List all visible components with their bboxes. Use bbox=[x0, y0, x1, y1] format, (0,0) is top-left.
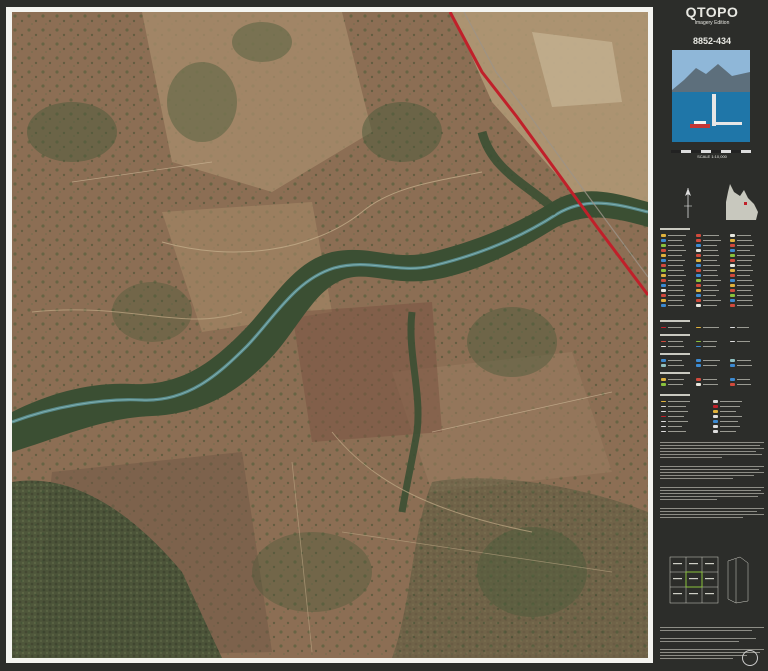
legend-transport-boundaries bbox=[660, 318, 764, 387]
satellite-map[interactable] bbox=[12, 12, 648, 658]
edition-label: Imagery Edition bbox=[694, 20, 730, 26]
scale-label: SCALE 1:10,000 bbox=[697, 154, 727, 159]
notes-text-block bbox=[660, 440, 764, 520]
map-imagery bbox=[12, 12, 648, 658]
map-sheet: QTOPO Imagery Edition 8852-434 SCALE 1:1… bbox=[0, 0, 768, 671]
queensland-locator-icon bbox=[726, 184, 758, 220]
brand-title: QTOPO bbox=[685, 4, 739, 20]
legend-panel: QTOPO Imagery Edition 8852-434 SCALE 1:1… bbox=[656, 0, 768, 671]
adjoining-sheets-index bbox=[669, 556, 749, 604]
scale-bar bbox=[671, 150, 751, 153]
cover-photo bbox=[672, 50, 750, 142]
sheet-number: 8852-434 bbox=[692, 36, 732, 46]
north-arrow-icon bbox=[684, 188, 692, 218]
legend-points-of-interest bbox=[660, 226, 764, 308]
government-crest-icon bbox=[742, 650, 758, 666]
legend-infrastructure bbox=[660, 392, 764, 434]
